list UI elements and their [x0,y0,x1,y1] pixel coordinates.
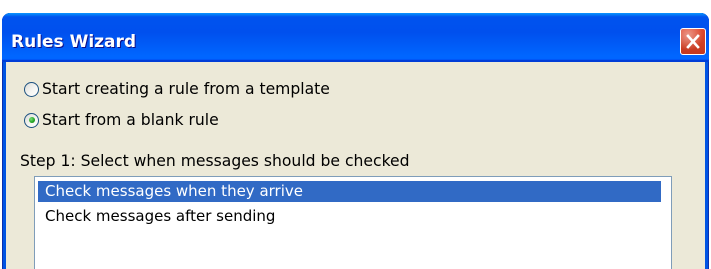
check-conditions-listbox[interactable]: Check messages when they arrive Check me… [34,176,672,269]
option-row-blank-rule[interactable]: Start from a blank rule [24,110,219,130]
option-row-template[interactable]: Start creating a rule from a template [24,79,330,99]
radio-button-template[interactable] [24,81,39,97]
rules-wizard-dialog: Rules Wizard Start creating a rule from … [2,13,709,269]
title-bar[interactable]: Rules Wizard [2,13,709,62]
option-label-template[interactable]: Start creating a rule from a template [42,79,330,99]
step-1-label: Step 1: Select when messages should be c… [20,152,410,170]
list-item-check-on-arrival[interactable]: Check messages when they arrive [38,181,661,202]
close-icon [686,34,700,49]
option-label-blank-rule[interactable]: Start from a blank rule [42,110,219,130]
list-item-check-after-sending[interactable]: Check messages after sending [38,206,661,227]
radio-button-blank-rule[interactable] [24,112,39,128]
close-button[interactable] [680,28,706,55]
radio-dot [28,117,35,123]
dialog-body: Start creating a rule from a template St… [6,62,705,269]
window-title: Rules Wizard [11,32,137,52]
